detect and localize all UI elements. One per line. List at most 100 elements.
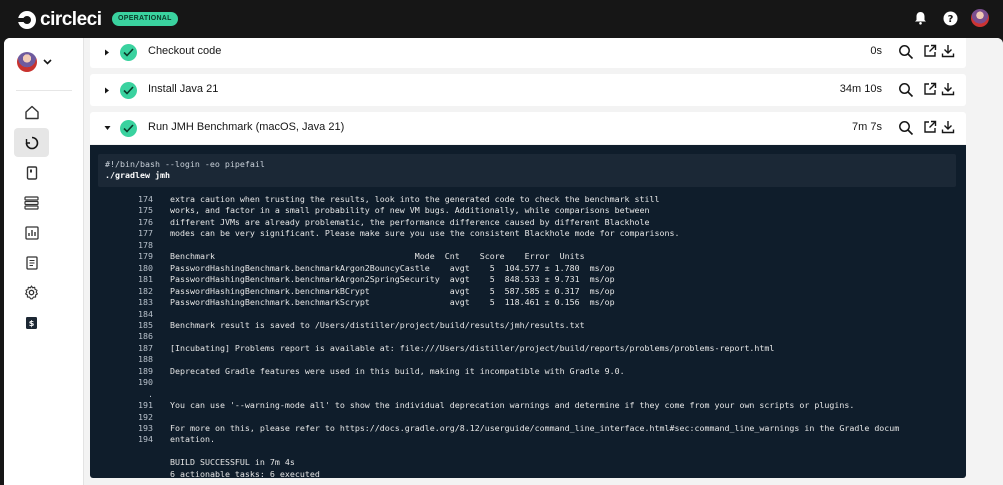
log-line-text: PasswordHashingBenchmark.benchmarkScrypt… [170, 297, 615, 308]
caret-down-icon[interactable] [102, 123, 112, 133]
org-avatar [17, 52, 37, 72]
org-switcher[interactable] [17, 52, 52, 72]
sidebar-item-settings[interactable] [14, 278, 49, 307]
search-icon[interactable] [898, 44, 914, 60]
log-line-number: 174 [138, 194, 153, 204]
log-line-number: 193 [138, 423, 153, 433]
log-line: 190 [90, 377, 966, 388]
log-line-number: 188 [138, 354, 153, 365]
sidebar-item-insights[interactable] [14, 218, 49, 247]
log-line: 192 [90, 412, 966, 423]
log-line: 176 different JVMs are already problemati… [90, 217, 966, 228]
step-duration: 7m 7s [852, 121, 882, 133]
projects-icon [26, 165, 37, 180]
log-line: 189 Deprecated Gradle features were used … [90, 366, 966, 377]
home-icon [24, 105, 39, 120]
step-row-install-java[interactable]: Install Java 21 34m 10s [90, 74, 966, 106]
log-line: 187 [Incubating] Problems report is avail… [90, 343, 966, 354]
step-output-console[interactable]: #!/bin/bash --login -eo pipefail ./gradl… [90, 145, 966, 479]
open-new-window-icon[interactable] [923, 82, 937, 96]
log-line: 188 [90, 354, 966, 365]
log-line: BUILD SUCCESSFUL in 7m 4s [90, 457, 966, 468]
success-check-icon [120, 120, 137, 137]
log-line-number: . [148, 388, 153, 399]
insights-icon [24, 225, 39, 240]
search-icon[interactable] [898, 82, 914, 98]
status-badge[interactable]: OPERATIONAL [112, 12, 178, 26]
caret-right-icon[interactable] [102, 85, 112, 95]
log-line-text: Deprecated Gradle features were used in … [170, 365, 625, 376]
log-line-text: entation. [170, 434, 215, 445]
open-new-window-icon[interactable] [923, 44, 937, 58]
sidebar-item-projects[interactable] [14, 158, 49, 187]
log-line: 177 modes can be very significant. Please… [90, 228, 966, 239]
open-new-window-icon[interactable] [923, 120, 937, 134]
log-line-text: You can use '--warning-mode all' to show… [170, 400, 855, 411]
deploys-icon [24, 195, 39, 210]
bell-icon[interactable] [911, 9, 929, 27]
logo-text: circleci [40, 9, 102, 30]
svg-text:$: $ [29, 319, 35, 328]
log-line: 175 works, and factor in a small probabil… [90, 205, 966, 216]
step-row-checkout[interactable]: Checkout code 0s [90, 38, 966, 68]
log-line-text: PasswordHashingBenchmark.benchmarkArgon2… [170, 262, 615, 273]
help-icon[interactable]: ? [941, 9, 959, 27]
log-line-text: Benchmark Mode Cnt Score Error Units [170, 251, 585, 262]
step-title: Run JMH Benchmark (macOS, Java 21) [148, 121, 345, 133]
success-check-icon [120, 44, 137, 61]
log-line-text: 6 actionable tasks: 6 executed [170, 468, 320, 479]
download-icon[interactable] [941, 82, 955, 96]
log-line-text: PasswordHashingBenchmark.benchmarkArgon2… [170, 274, 615, 285]
success-check-icon [120, 82, 137, 99]
log-line: 174 extra caution when trusting the resul… [90, 194, 966, 205]
command-line: #!/bin/bash --login -eo pipefail [105, 159, 265, 169]
log-line-number: 185 [138, 319, 153, 330]
log-line: 193 For more on this, please refer to htt… [90, 423, 966, 434]
log-line-number: 175 [138, 205, 153, 216]
log-line-number: 187 [138, 342, 153, 353]
search-icon[interactable] [898, 120, 914, 136]
log-line: 186 [90, 331, 966, 342]
sidebar-divider [16, 90, 72, 91]
log-line-number: 194 [138, 434, 153, 445]
download-icon[interactable] [941, 44, 955, 58]
sidebar-item-orbs[interactable] [14, 248, 49, 277]
log-line-text: different JVMs are already problematic, … [170, 216, 650, 227]
caret-right-icon[interactable] [102, 47, 112, 57]
log-line-text: BUILD SUCCESSFUL in 7m 4s [170, 457, 295, 468]
sidebar-item-pipelines[interactable] [14, 128, 49, 157]
log-line-text: modes can be very significant. Please ma… [170, 228, 680, 239]
sidebar-item-plan[interactable]: $ [14, 308, 49, 337]
orbs-icon [25, 255, 38, 270]
log-line: 179 Benchmark Mode Cnt Score Error Units [90, 251, 966, 262]
log-line: 183 PasswordHashingBenchmark.benchmarkScr… [90, 297, 966, 308]
log-line-number: 190 [138, 377, 153, 388]
sidebar-item-deploys[interactable] [14, 188, 49, 217]
step-row-run-jmh-benchmark[interactable]: Run JMH Benchmark (macOS, Java 21) 7m 7s [90, 112, 966, 144]
user-avatar[interactable] [971, 9, 989, 27]
log-line: 178 [90, 240, 966, 251]
log-line-text: works, and factor in a small probability… [170, 205, 650, 216]
log-line-number: 183 [138, 297, 153, 308]
settings-icon [25, 285, 38, 300]
step-duration: 34m 10s [839, 83, 882, 95]
job-steps-panel: Checkout code 0s Install Java 21 34m 10s… [84, 38, 1003, 485]
log-line-number: 192 [138, 411, 153, 422]
log-line: 185 Benchmark result is saved to /Users/d… [90, 320, 966, 331]
sidebar-item-dashboard[interactable] [14, 98, 49, 127]
log-line-text: PasswordHashingBenchmark.benchmarkBCrypt… [170, 285, 615, 296]
log-line-text: extra caution when trusting the results,… [170, 194, 660, 204]
log-line-number: 179 [138, 251, 153, 262]
log-line-number: 184 [138, 308, 153, 319]
log-line: 182 PasswordHashingBenchmark.benchmarkBCr… [90, 286, 966, 297]
log-line-text: [Incubating] Problems report is availabl… [170, 342, 775, 353]
svg-text:?: ? [947, 14, 953, 25]
sidebar: $ [4, 38, 84, 485]
download-icon[interactable] [941, 120, 955, 134]
log-line-number: 182 [138, 285, 153, 296]
circleci-logo[interactable]: circleci [17, 9, 102, 31]
app-frame: $ Checkout code 0s Install Java 21 34m 1… [4, 38, 1003, 485]
step-command-block: #!/bin/bash --login -eo pipefail ./gradl… [98, 154, 956, 187]
log-line-number: 177 [138, 228, 153, 239]
log-line-number: 186 [138, 331, 153, 342]
